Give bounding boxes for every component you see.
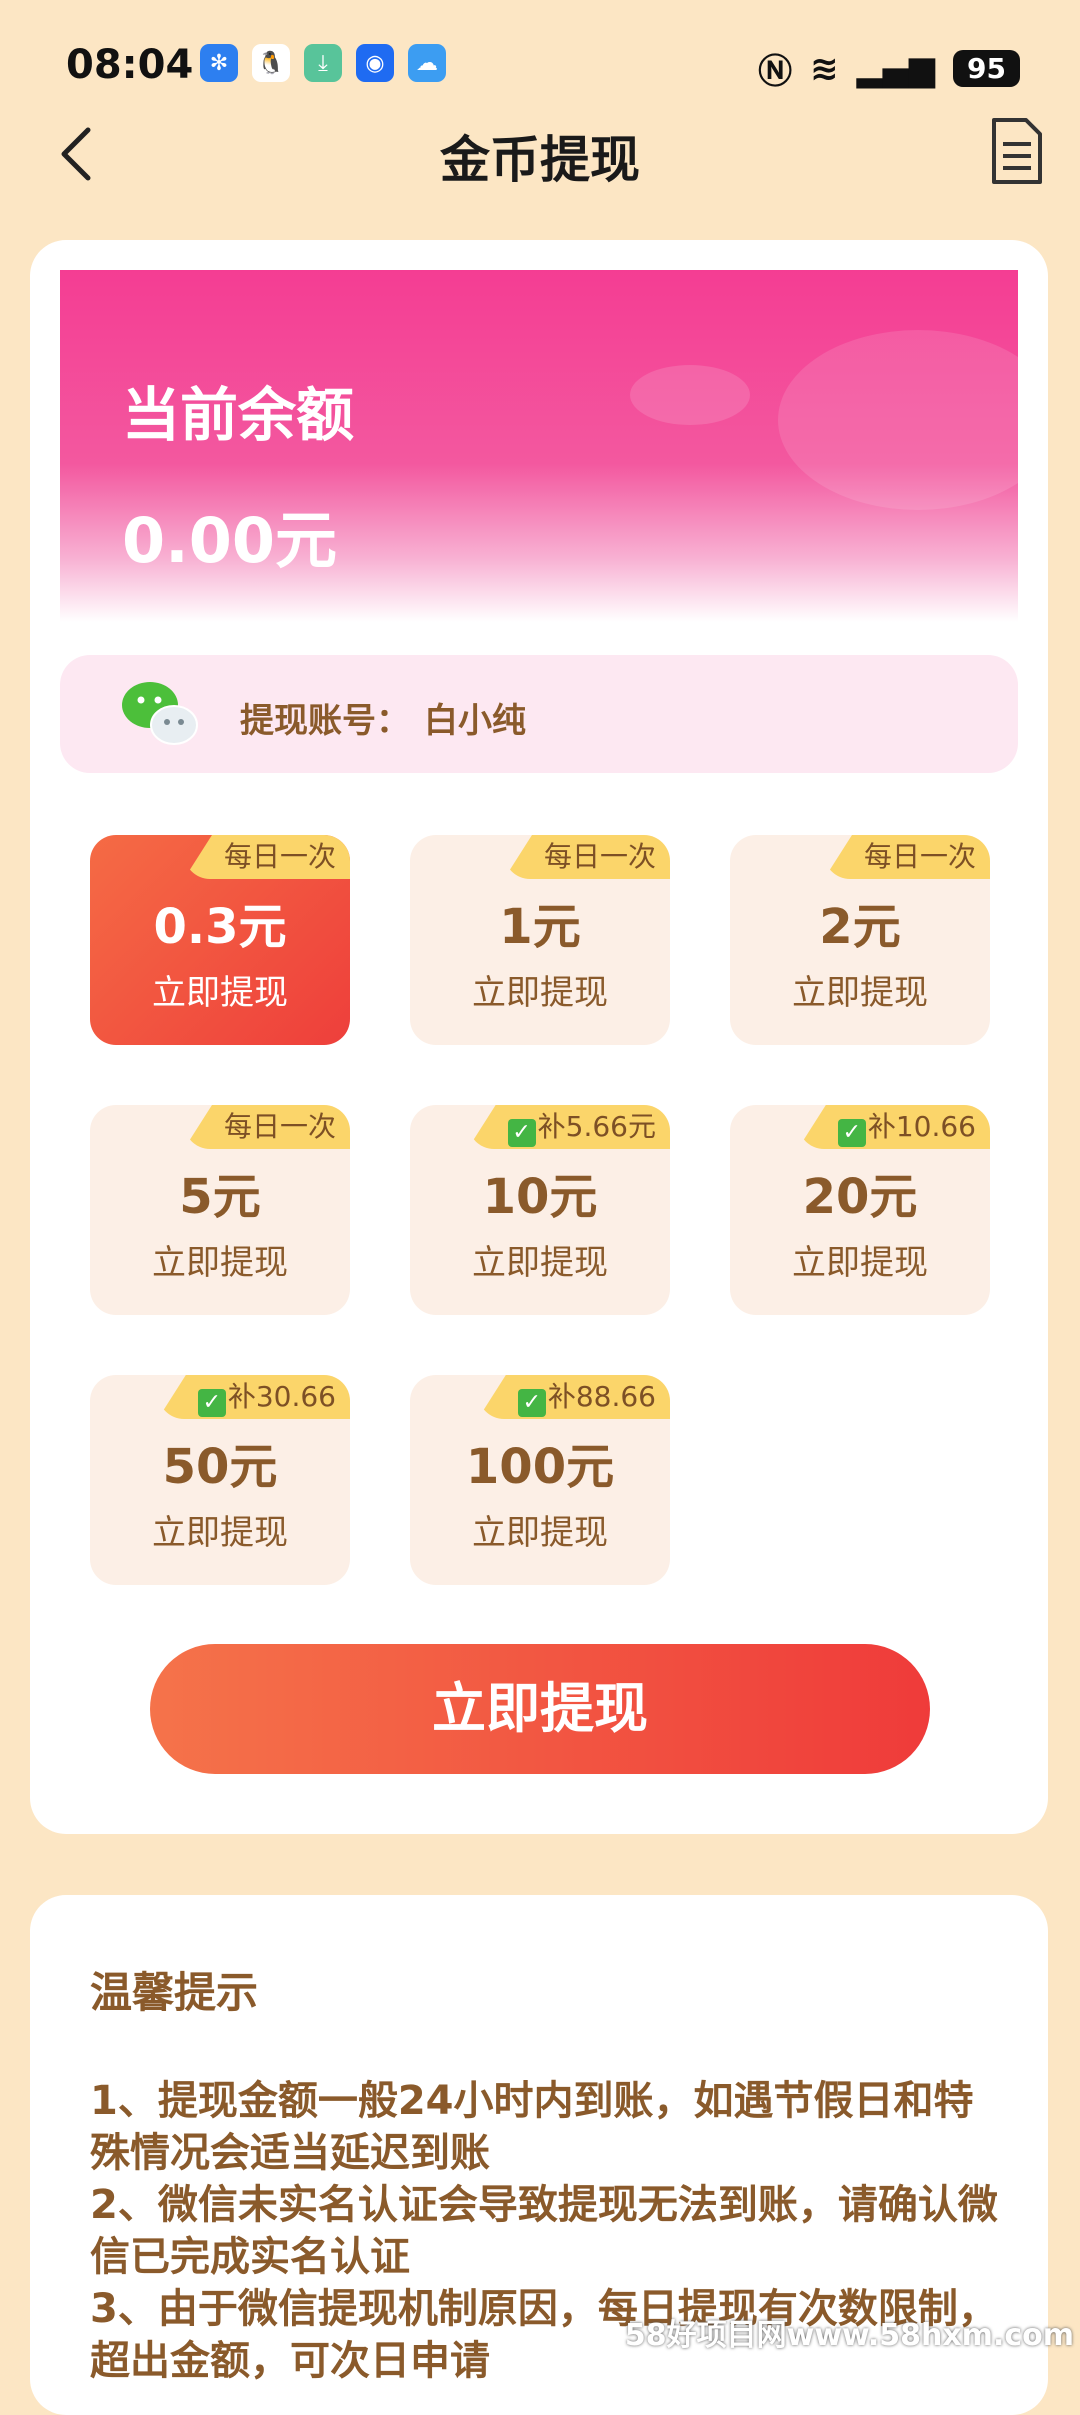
notification-icons: ✻ 🐧 ⤓ ◉ ☁ — [200, 44, 446, 82]
account-name: 白小纯 — [424, 701, 526, 741]
tile-badge: ✓ 补30.66 — [157, 1375, 350, 1419]
tile-badge: 每日一次 — [183, 1105, 350, 1149]
status-time: 08:04 — [66, 42, 194, 88]
amount-option-50[interactable]: ✓ 补30.66 50元 立即提现 — [90, 1375, 350, 1585]
browser-app-icon: ◉ — [356, 44, 394, 82]
tile-badge: ✓ 补5.66元 — [467, 1105, 670, 1149]
nav-bar: 金币提现 — [0, 110, 1080, 202]
tile-action-label: 立即提现 — [152, 1513, 288, 1553]
check-mark-icon: ✓ — [837, 1119, 866, 1147]
tile-badge: ✓ 补10.66 — [797, 1105, 990, 1149]
tile-amount: 50元 — [162, 1439, 278, 1495]
tip-line: 1、提现金额一般24小时内到账，如遇节假日和特殊情况会适当延迟到账 — [90, 2078, 974, 2176]
tip-line: 2、微信未实名认证会导致提现无法到账，请确认微信已完成实名认证 — [90, 2182, 998, 2280]
qq-icon: 🐧 — [252, 44, 290, 82]
record-document-icon[interactable] — [988, 116, 1044, 186]
amount-option-5[interactable]: 每日一次 5元 立即提现 — [90, 1105, 350, 1315]
balance-value: 0.00元 — [122, 504, 337, 577]
amount-option-2[interactable]: 每日一次 2元 立即提现 — [730, 835, 990, 1045]
page-title: 金币提现 — [440, 131, 640, 189]
amount-option-20[interactable]: ✓ 补10.66 20元 立即提现 — [730, 1105, 990, 1315]
withdraw-now-button[interactable]: 立即提现 — [150, 1644, 930, 1774]
system-icons: Ⓝ ≋ ▂▄▆ 95 — [758, 44, 1020, 93]
withdraw-account-row: 提现账号： 白小纯 — [60, 655, 1018, 773]
tips-title: 温馨提示 — [90, 1968, 259, 2017]
tile-action-label: 立即提现 — [472, 1513, 608, 1553]
check-mark-icon: ✓ — [197, 1389, 226, 1417]
tile-amount: 1元 — [499, 899, 581, 955]
account-label: 提现账号： — [240, 701, 410, 741]
account-info: 提现账号： 白小纯 — [240, 693, 540, 742]
tile-amount: 0.3元 — [153, 899, 287, 955]
tile-action-label: 立即提现 — [792, 1243, 928, 1283]
signal-icon: ▂▄▆ — [856, 48, 936, 89]
wechat-icon — [122, 682, 198, 745]
banner-decoration — [630, 365, 750, 425]
tile-action-label: 立即提现 — [472, 973, 608, 1013]
battery-indicator: 95 — [953, 50, 1020, 87]
balance-label: 当前余额 — [122, 381, 355, 449]
tile-badge: 每日一次 — [503, 835, 670, 879]
nfc-icon: Ⓝ — [758, 52, 793, 92]
tile-amount: 10元 — [482, 1169, 598, 1225]
balance-banner: 当前余额 0.00元 — [60, 270, 1018, 622]
wifi-icon: ≋ — [810, 48, 839, 89]
tile-action-label: 立即提现 — [472, 1243, 608, 1283]
cloud-app-icon: ☁ — [408, 44, 446, 82]
tile-amount: 100元 — [465, 1439, 615, 1495]
tile-action-label: 立即提现 — [152, 1243, 288, 1283]
tile-action-label: 立即提现 — [152, 973, 288, 1013]
pinwheel-app-icon: ✻ — [200, 44, 238, 82]
withdraw-card: 当前余额 0.00元 提现账号： 白小纯 每日一次 0.3元 立即提现 每日一次 … — [30, 240, 1048, 1834]
check-mark-icon: ✓ — [507, 1119, 536, 1147]
check-mark-icon: ✓ — [517, 1389, 546, 1417]
site-watermark: 58好项目网www.58hxm.com — [624, 2318, 1074, 2353]
tile-amount: 20元 — [802, 1169, 918, 1225]
tile-action-label: 立即提现 — [792, 973, 928, 1013]
tile-badge: 每日一次 — [823, 835, 990, 879]
amount-option-10[interactable]: ✓ 补5.66元 10元 立即提现 — [410, 1105, 670, 1315]
amount-option-1[interactable]: 每日一次 1元 立即提现 — [410, 835, 670, 1045]
download-icon: ⤓ — [304, 44, 342, 82]
tile-amount: 5元 — [179, 1169, 261, 1225]
banner-decoration — [778, 330, 1018, 510]
amount-option-0-3[interactable]: 每日一次 0.3元 立即提现 — [90, 835, 350, 1045]
amount-option-100[interactable]: ✓ 补88.66 100元 立即提现 — [410, 1375, 670, 1585]
tile-amount: 2元 — [819, 899, 901, 955]
tile-badge: ✓ 补88.66 — [477, 1375, 670, 1419]
tile-badge: 每日一次 — [183, 835, 350, 879]
